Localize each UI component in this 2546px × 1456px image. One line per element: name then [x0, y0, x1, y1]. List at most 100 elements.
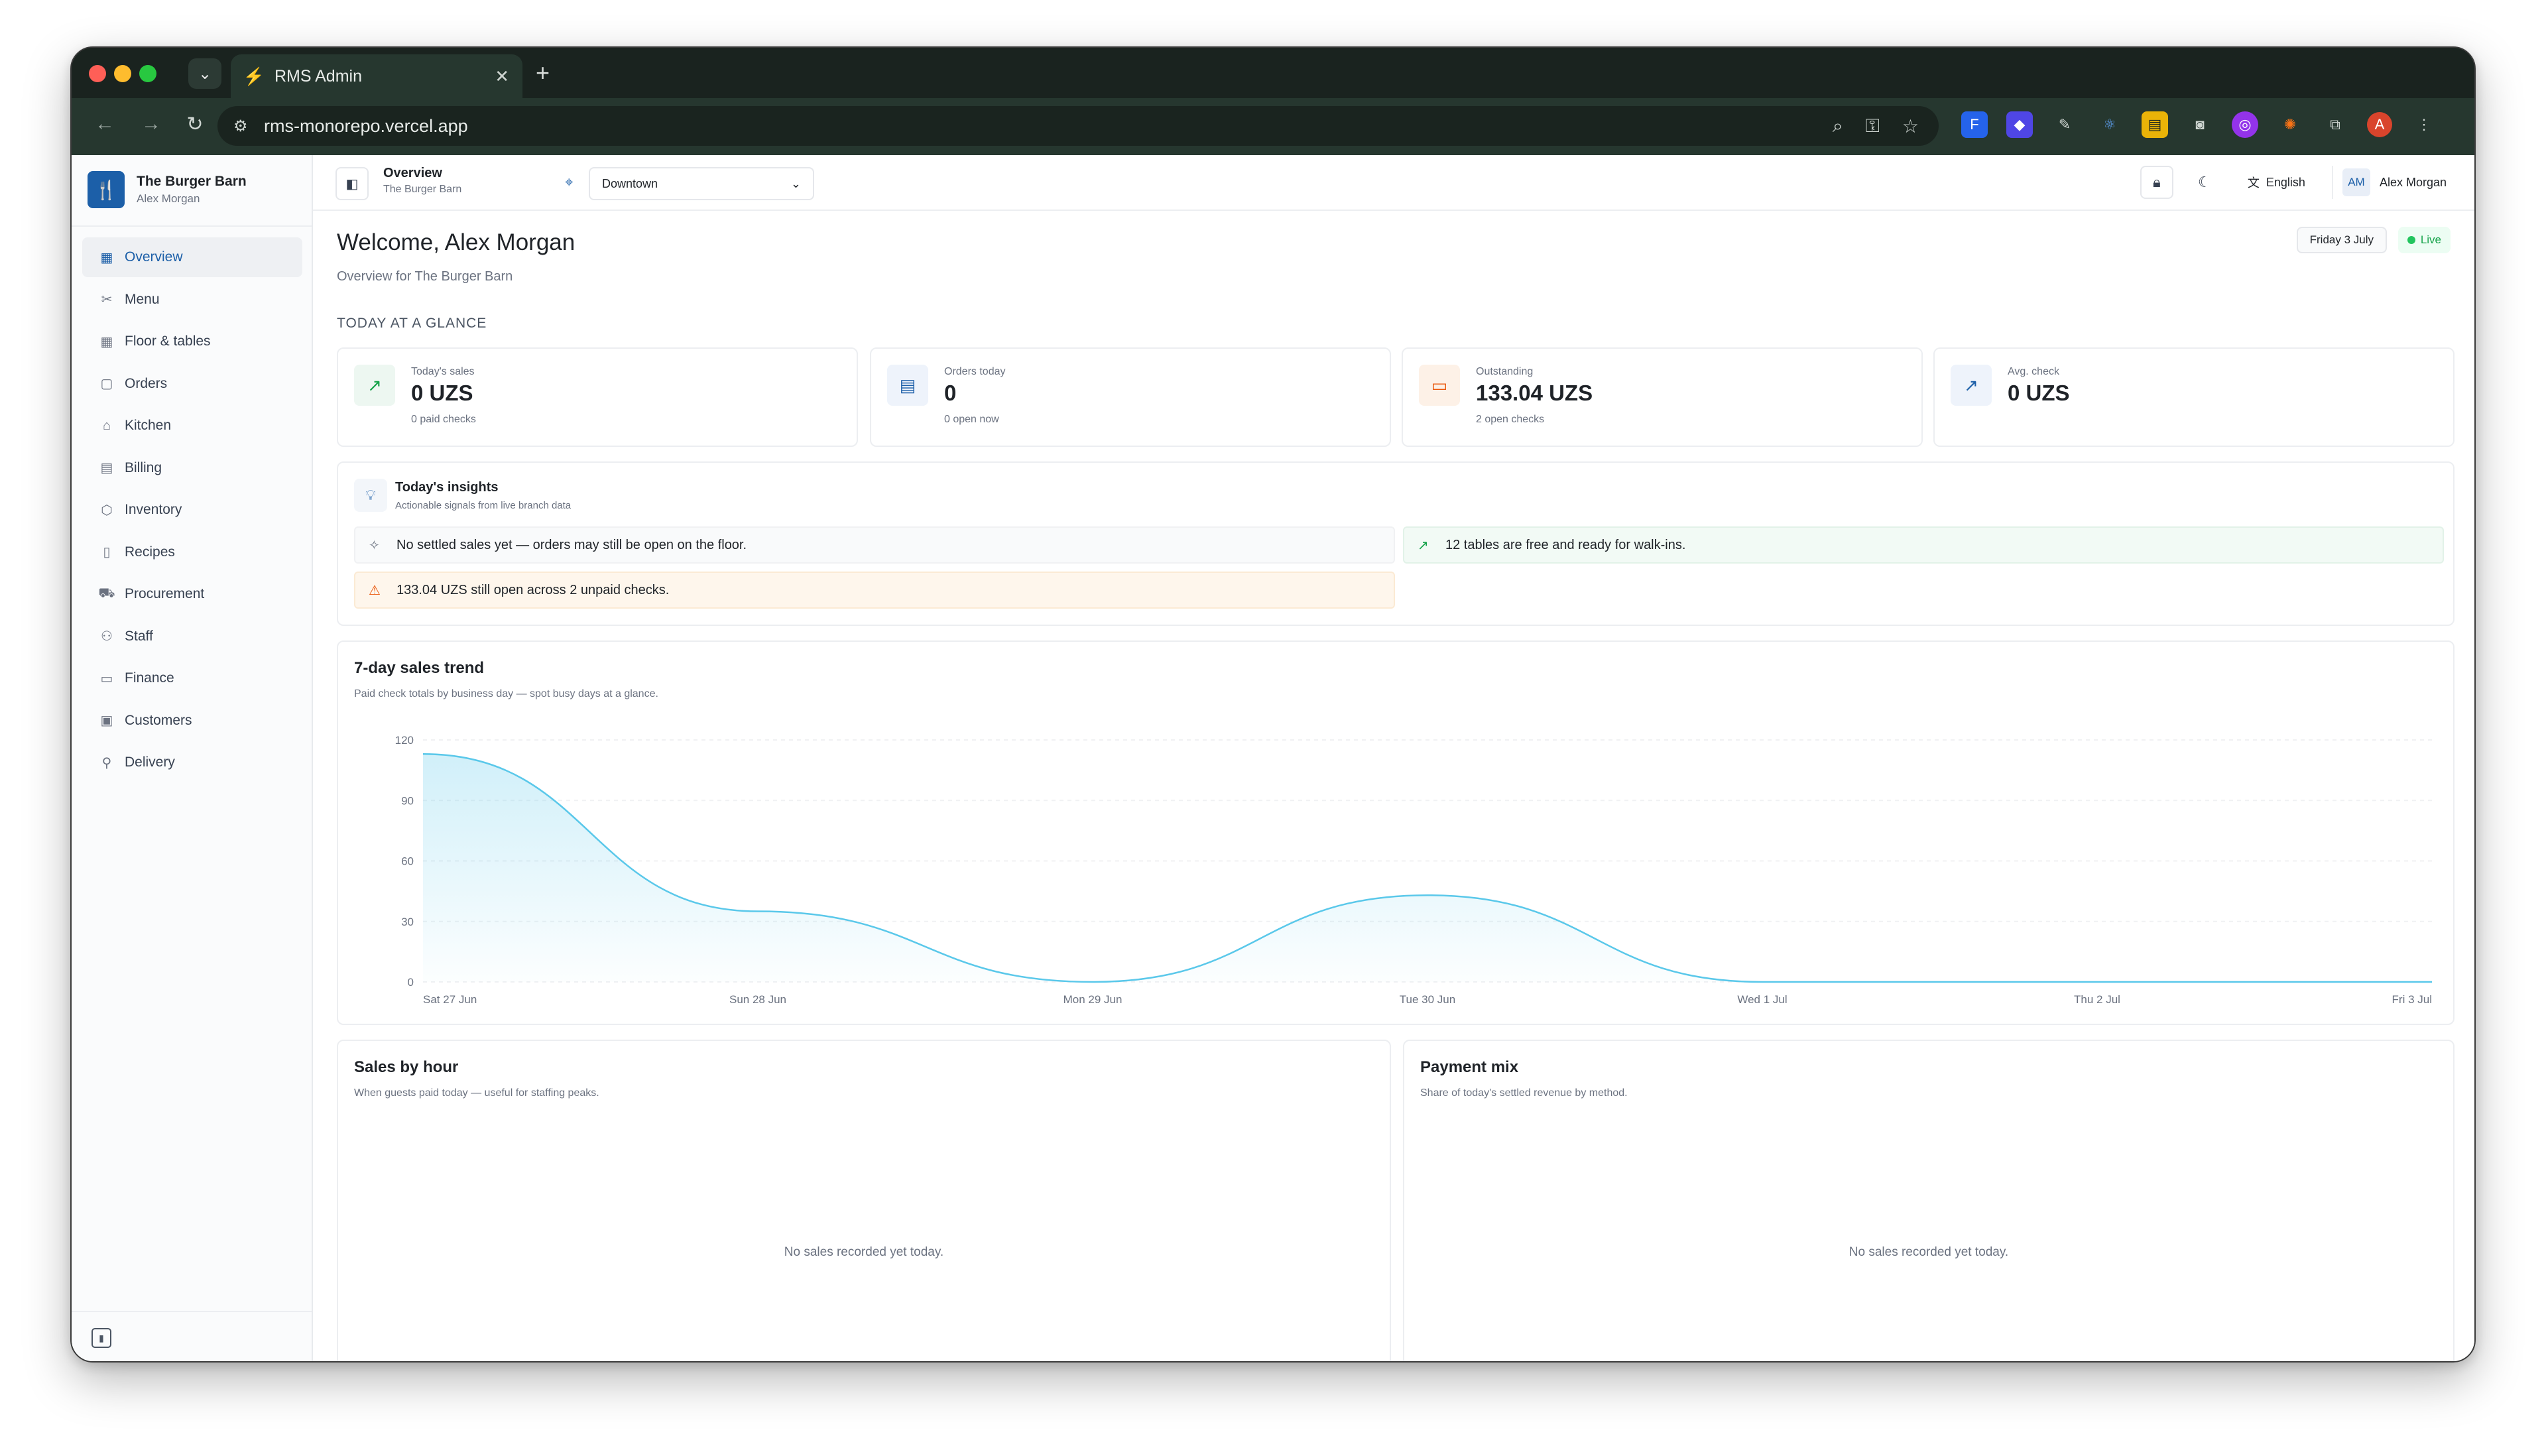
kpi-card: ▭ Outstanding 133.04 UZS 2 open checks: [1402, 347, 1923, 447]
sidebar-item-finance[interactable]: ▭ Finance: [82, 658, 302, 698]
brand-name: The Burger Barn: [137, 174, 247, 189]
zoom-icon[interactable]: ⌕: [1833, 115, 1843, 137]
maximize-window-button[interactable]: [139, 65, 156, 82]
sidebar-item-label: Billing: [125, 459, 162, 475]
sidebar-item-customers[interactable]: ▣ Customers: [82, 701, 302, 741]
password-key-icon[interactable]: ⚿: [1866, 115, 1880, 137]
sidebar-toggle-button[interactable]: ◧: [335, 167, 369, 200]
sidebar-item-menu[interactable]: ✂ Menu: [82, 280, 302, 320]
app-header: ◧ Overview The Burger Barn ⌖ Downtown ⌄ …: [313, 155, 2474, 211]
sidebar-item-procurement[interactable]: ⛟ Procurement: [82, 574, 302, 614]
welcome-heading: Welcome, Alex Morgan: [337, 229, 576, 255]
brand[interactable]: 🍴 The Burger Barn Alex Morgan: [88, 171, 247, 208]
browser-tab[interactable]: ⚡ RMS Admin ✕: [231, 54, 522, 98]
back-icon[interactable]: ←: [91, 113, 118, 135]
language-switcher[interactable]: 文 English: [2236, 166, 2317, 199]
lock-button[interactable]: 🔒︎: [2140, 166, 2173, 199]
sidebar-item-kitchen[interactable]: ⌂ Kitchen: [82, 406, 302, 446]
browser-menu-icon[interactable]: ⋮: [2411, 111, 2437, 138]
section-label: TODAY AT A GLANCE: [337, 316, 487, 331]
grid-icon: ▦: [100, 250, 113, 265]
extension-react-icon[interactable]: ⚛: [2096, 111, 2123, 138]
tab-search-button[interactable]: ⌄: [188, 58, 221, 89]
sidebar-item-inventory[interactable]: ⬡ Inventory: [82, 490, 302, 530]
extension-camera-icon[interactable]: ◙: [2187, 111, 2213, 138]
theme-toggle-button[interactable]: ☾: [2188, 166, 2221, 199]
minimize-window-button[interactable]: [114, 65, 131, 82]
branch-select-value: Downtown: [602, 176, 658, 190]
extension-burst-icon[interactable]: ✺: [2277, 111, 2303, 138]
language-label: English: [2266, 175, 2305, 189]
main-content: Welcome, Alex Morgan Overview for The Bu…: [313, 211, 2474, 1361]
browser-toolbar: ← → ↻ ⚙ rms-monorepo.vercel.app ⌕ ⚿ ☆ F …: [72, 98, 2474, 155]
kpi-value: 0 UZS: [411, 381, 473, 405]
extension-badge-icon[interactable]: ◆: [2006, 111, 2033, 138]
sidebar-item-orders[interactable]: ▢ Orders: [82, 364, 302, 404]
extensions-puzzle-icon[interactable]: ⧉: [2322, 111, 2348, 138]
map-pin-icon: ⌖: [565, 174, 574, 190]
url-text[interactable]: rms-monorepo.vercel.app: [264, 116, 1833, 137]
forward-icon[interactable]: →: [138, 113, 164, 135]
kpi-label: Orders today: [944, 366, 1006, 377]
insights-subtitle: Actionable signals from live branch data: [395, 500, 572, 511]
tab-strip: ⌄ ⚡ RMS Admin ✕ +: [72, 48, 2474, 98]
sales-by-hour-card: Sales by hour When guests paid today — u…: [337, 1040, 1391, 1361]
x-tick-label: Sun 28 Jun: [729, 993, 786, 1006]
receipt-icon: ▤: [100, 461, 113, 475]
insight-item: ⚠ 133.04 UZS still open across 2 unpaid …: [354, 572, 1395, 609]
kpi-card: ↗ Today's sales 0 UZS 0 paid checks: [337, 347, 858, 447]
page-subtitle: The Burger Barn: [383, 184, 462, 195]
sidebar-item-label: Orders: [125, 375, 168, 391]
sidebar-item-billing[interactable]: ▤ Billing: [82, 448, 302, 488]
contact-icon: ▣: [100, 713, 113, 728]
kpi-label: Avg. check: [2008, 366, 2059, 377]
sidebar-item-label: Menu: [125, 291, 160, 307]
extension-yellow-icon[interactable]: ▤: [2142, 111, 2168, 138]
sidebar-item-label: Recipes: [125, 544, 175, 560]
trend-up-icon: ↗: [1951, 365, 1992, 406]
breadcrumb: Overview The Burger Barn: [383, 166, 461, 196]
sales-trend-card: 7-day sales trend Paid check totals by b…: [337, 640, 2455, 1025]
site-settings-icon[interactable]: ⚙: [233, 117, 256, 136]
sidebar-item-label: Staff: [125, 628, 153, 644]
sidebar-collapse-icon[interactable]: ▮: [91, 1328, 111, 1348]
wallet-icon: ▭: [100, 671, 113, 686]
extension-pen-icon[interactable]: ✎: [2051, 111, 2078, 138]
extension-purple-icon[interactable]: ◎: [2232, 111, 2258, 138]
y-tick-label: 30: [401, 916, 414, 928]
tab-title: RMS Admin: [274, 66, 362, 86]
close-tab-icon[interactable]: ✕: [495, 66, 509, 87]
kpi-card: ↗ Avg. check 0 UZS: [1933, 347, 2455, 447]
truck-icon: ⛟: [98, 585, 115, 601]
user-menu[interactable]: AM Alex Morgan: [2331, 166, 2456, 199]
profile-avatar[interactable]: A: [2367, 112, 2392, 137]
sidebar-item-staff[interactable]: ⚇ Staff: [82, 617, 302, 656]
chef-hat-icon: ⌂: [102, 418, 111, 433]
browser-window: ⌄ ⚡ RMS Admin ✕ + ← → ↻ ⚙ rms-monorepo.v…: [70, 46, 2476, 1363]
lock-icon: 🔒︎: [2153, 174, 2161, 190]
live-badge: Live: [2397, 227, 2451, 253]
sidebar-item-recipes[interactable]: ▯ Recipes: [82, 532, 302, 572]
kpi-card: ▤ Orders today 0 0 open now: [870, 347, 1391, 447]
sidebar-item-label: Kitchen: [125, 418, 172, 433]
extension-fi-icon[interactable]: F: [1961, 111, 1988, 138]
page-title: Overview: [383, 166, 442, 180]
new-tab-button[interactable]: +: [536, 61, 550, 85]
live-label: Live: [2420, 233, 2441, 246]
chevron-down-icon: ⌄: [198, 64, 212, 83]
bookmark-star-icon[interactable]: ☆: [1902, 115, 1919, 137]
reload-icon[interactable]: ↻: [182, 113, 208, 136]
y-tick-label: 120: [395, 734, 414, 747]
clipboard-icon: ▢: [100, 377, 113, 391]
sidebar-item-delivery[interactable]: ⚲ Delivery: [82, 743, 302, 782]
branch-select[interactable]: Downtown ⌄: [589, 167, 814, 200]
user-name: Alex Morgan: [2379, 175, 2447, 189]
sidebar-item-floor-tables[interactable]: ▦ Floor & tables: [82, 322, 302, 361]
sidebar-item-label: Customers: [125, 712, 192, 728]
address-bar[interactable]: ⚙ rms-monorepo.vercel.app ⌕ ⚿ ☆: [217, 106, 1939, 146]
close-window-button[interactable]: [89, 65, 106, 82]
sidebar-item-overview[interactable]: ▦ Overview: [82, 237, 302, 277]
bolt-favicon-icon: ⚡: [243, 66, 265, 86]
insights-title: Today's insights: [395, 480, 499, 495]
kpi-sub: 0 open now: [944, 414, 999, 425]
